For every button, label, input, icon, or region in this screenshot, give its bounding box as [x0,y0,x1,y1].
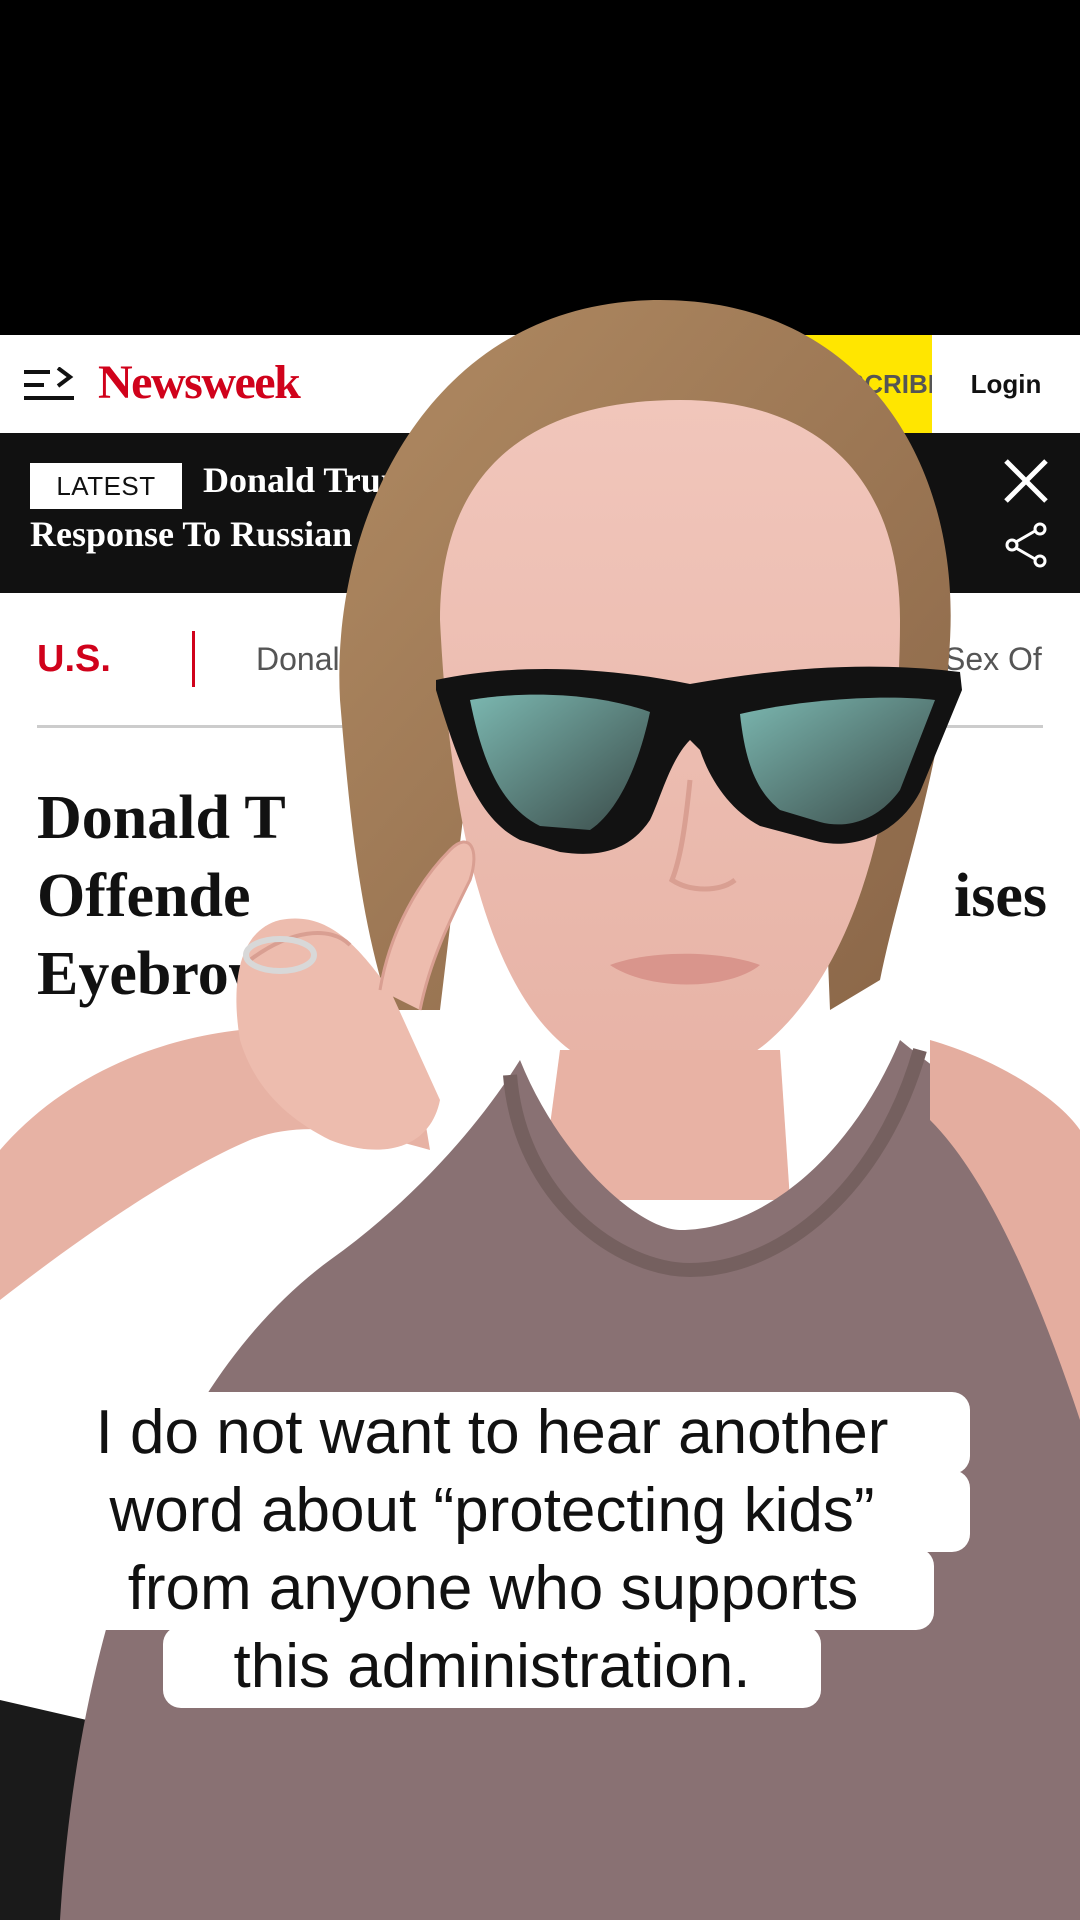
caption-line4: this administration. [163,1626,821,1708]
caption-line3: from anyone who supports [52,1548,934,1630]
video-frame: Newsweek SUBSCRIBE Login LATEST Donald T… [0,0,1080,1920]
caption-line1: I do not want to hear another [14,1392,970,1474]
caption-line2: word about “protecting kids” [14,1470,970,1552]
